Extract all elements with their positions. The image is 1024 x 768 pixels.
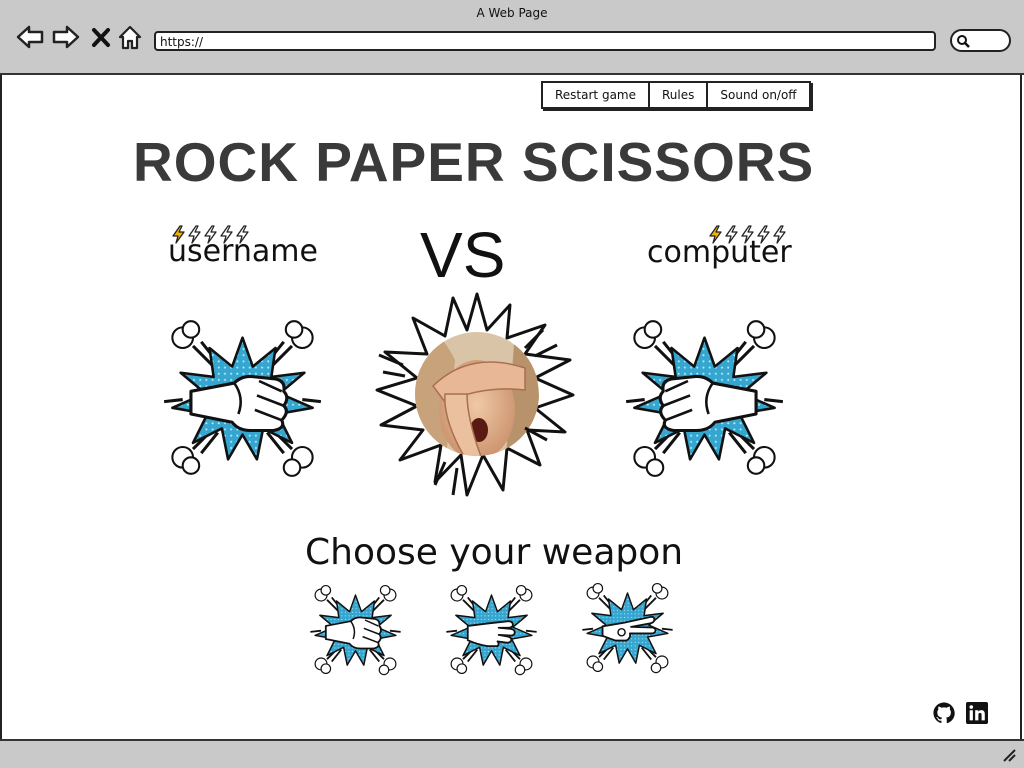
window-title: A Web Page xyxy=(476,6,548,20)
sound-toggle-button[interactable]: Sound on/off xyxy=(708,83,808,107)
search-icon xyxy=(957,35,970,48)
computer-name: computer xyxy=(647,235,792,270)
computer-choice-rock-icon xyxy=(624,319,785,478)
weapon-scissors-button[interactable] xyxy=(580,580,675,675)
github-icon[interactable] xyxy=(933,702,955,724)
choose-weapon-heading: Choose your weapon xyxy=(305,532,684,573)
player-choice-rock-icon xyxy=(162,319,323,478)
player-name: username xyxy=(168,234,318,269)
page-title: ROCK PAPER SCISSORS xyxy=(133,131,815,193)
restart-game-button[interactable]: Restart game xyxy=(543,83,650,107)
close-x-icon[interactable] xyxy=(91,24,111,50)
weapon-paper-button[interactable] xyxy=(444,582,539,677)
linkedin-icon[interactable] xyxy=(966,702,988,724)
browser-status-bar xyxy=(0,739,1024,768)
browser-chrome: A Web Page https:// xyxy=(0,0,1024,75)
back-arrow-icon[interactable] xyxy=(16,24,44,50)
versus-label: VS xyxy=(420,219,506,291)
resize-grip-icon[interactable] xyxy=(1002,748,1016,762)
game-menu: Restart game Rules Sound on/off xyxy=(541,81,811,109)
home-icon[interactable] xyxy=(117,24,143,50)
browser-search-box[interactable] xyxy=(950,29,1011,52)
weapon-rock-button[interactable] xyxy=(308,582,403,677)
facepalm-image xyxy=(375,292,575,497)
rules-button[interactable]: Rules xyxy=(650,83,709,107)
address-bar-text: https:// xyxy=(160,35,204,49)
address-bar[interactable]: https:// xyxy=(154,31,936,51)
forward-arrow-icon[interactable] xyxy=(52,24,80,50)
